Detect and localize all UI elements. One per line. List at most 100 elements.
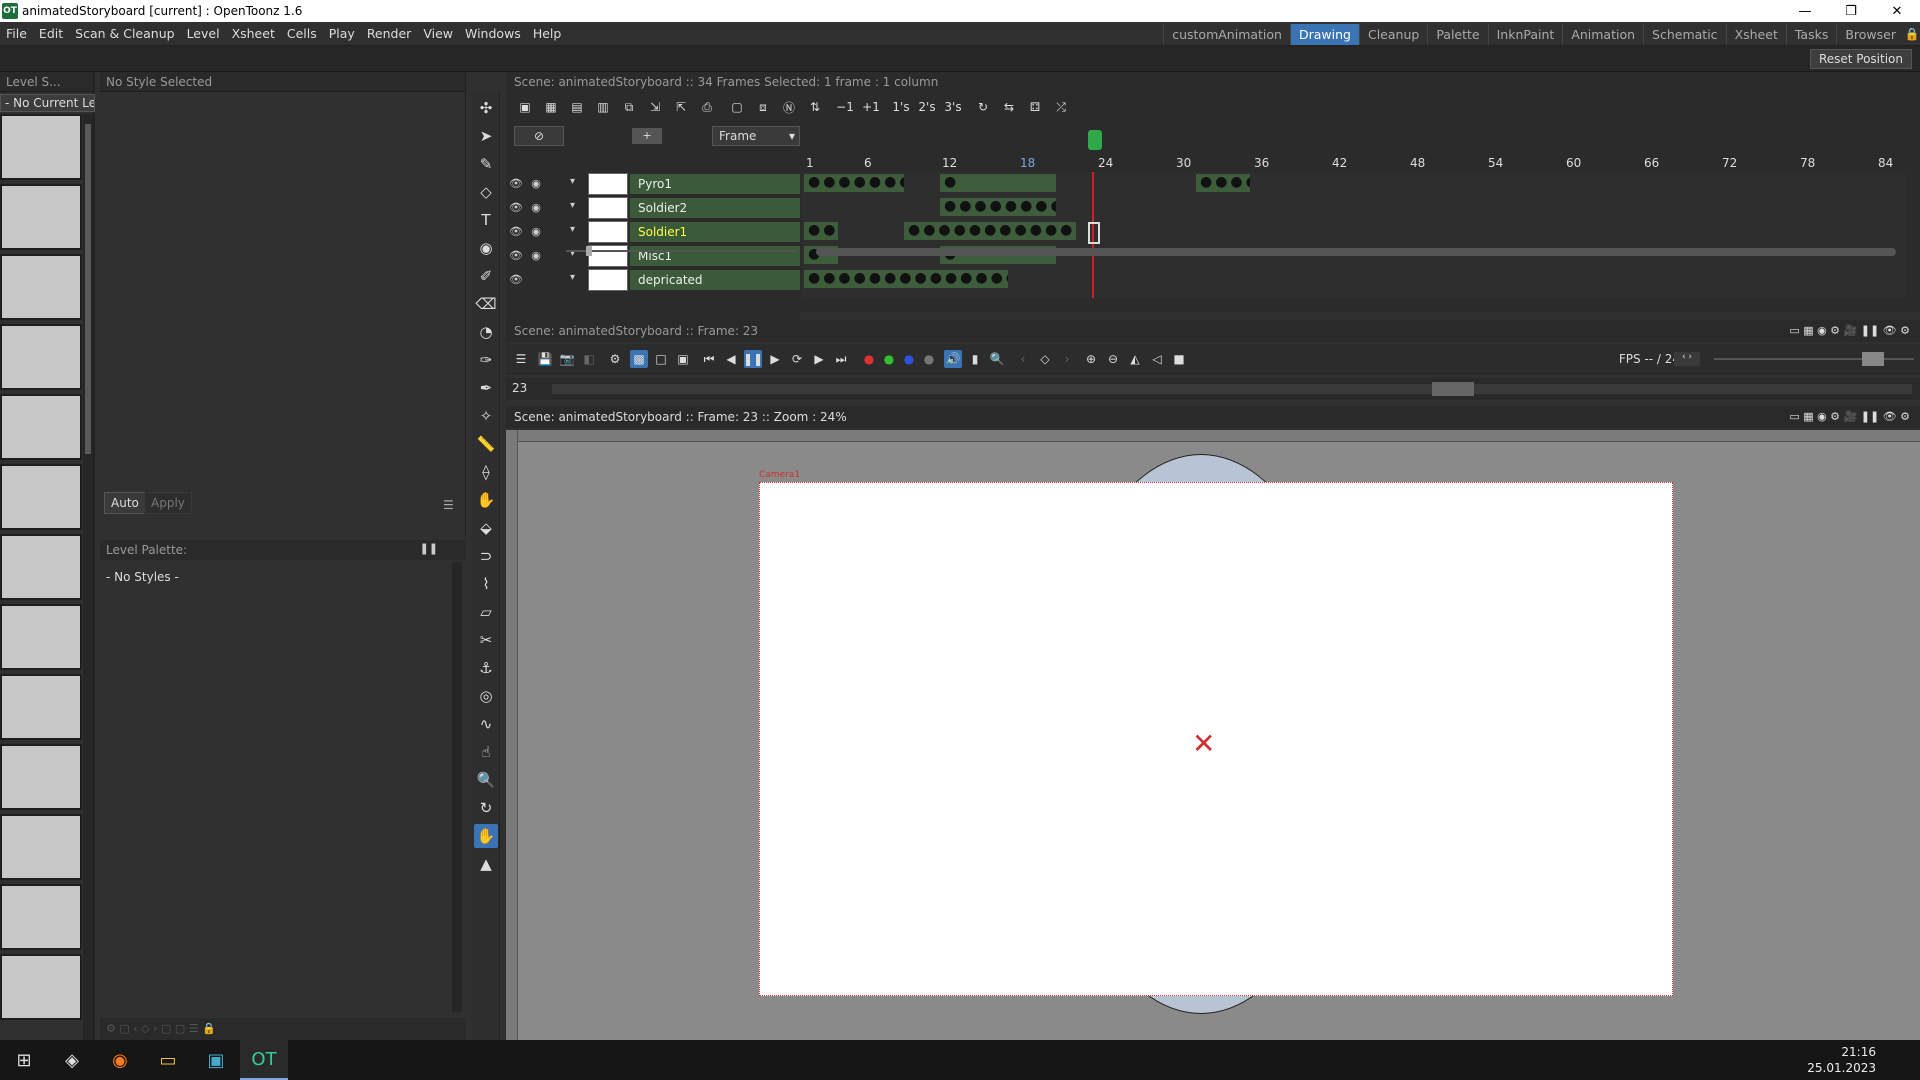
first-frame-icon[interactable]: ⏮: [700, 350, 718, 368]
layer-row[interactable]: 👁 ◉ ▾ Soldier2: [506, 196, 800, 220]
zoom-out-icon[interactable]: ⊖: [1104, 350, 1122, 368]
selection-tool-icon[interactable]: ➤: [474, 124, 498, 148]
menu-help[interactable]: Help: [527, 22, 568, 46]
minimize-icon[interactable]: —: [1782, 0, 1828, 22]
layer-row[interactable]: 👁 ▾ depricated: [506, 268, 800, 292]
vertical-ruler[interactable]: [506, 430, 518, 1040]
camera-icon[interactable]: ⎙: [696, 96, 718, 118]
rotate-tool-icon[interactable]: ↻: [474, 796, 498, 820]
menu-level[interactable]: Level: [181, 22, 226, 46]
cell-block[interactable]: ●●: [804, 222, 838, 240]
prev-key-icon[interactable]: ‹: [1014, 350, 1032, 368]
frame-ruler[interactable]: 1 6 12 18 24 30 36 42 48 54 60 66 72 78 …: [802, 154, 1906, 172]
menu-edit[interactable]: Edit: [33, 22, 69, 46]
blue-channel-icon[interactable]: ●: [900, 350, 918, 368]
hamburger-menu-icon[interactable]: ☰: [443, 498, 457, 512]
timeline-hscrollbar[interactable]: [816, 248, 1896, 256]
play-icon[interactable]: ▶: [766, 350, 784, 368]
alpha-channel-icon[interactable]: ●: [920, 350, 938, 368]
firefox-icon[interactable]: ◉: [96, 1040, 144, 1080]
menu-cells[interactable]: Cells: [281, 22, 323, 46]
subxsheet-icon[interactable]: ⧈: [752, 96, 774, 118]
strip-frame[interactable]: [0, 254, 82, 320]
menu-file[interactable]: File: [0, 22, 33, 46]
scene-viewer-canvas[interactable]: Camera1 ✕: [506, 430, 1920, 1040]
export-icon[interactable]: ⇱: [670, 96, 692, 118]
style-picker-tool-icon[interactable]: ✑: [474, 348, 498, 372]
room-custom-animation[interactable]: customAnimation: [1163, 23, 1290, 45]
reframe-3s-button[interactable]: 3's: [942, 96, 964, 118]
duplicate-icon[interactable]: ⧉: [618, 96, 640, 118]
menu-view[interactable]: View: [417, 22, 459, 46]
cell-block[interactable]: ●●●●●●●●●●●●●●: [804, 270, 1008, 288]
control-point-editor-icon[interactable]: ✧: [474, 404, 498, 428]
windows-start-icon[interactable]: ⊞: [0, 1040, 48, 1080]
strip-frame[interactable]: [0, 744, 82, 810]
skeleton-tool-icon[interactable]: ⟠: [474, 460, 498, 484]
visibility-eye-icon[interactable]: 👁: [508, 224, 524, 240]
toggle-bg-icon[interactable]: ⚙: [606, 350, 624, 368]
chevron-down-icon[interactable]: ▾: [570, 272, 575, 283]
strip-frame[interactable]: [0, 674, 82, 740]
magnet-tool-icon[interactable]: ⊃: [474, 544, 498, 568]
strip-frame[interactable]: [0, 814, 82, 880]
last-frame-icon[interactable]: ⏭: [832, 350, 850, 368]
cell-block[interactable]: ●●●●●●●●: [804, 174, 904, 192]
locator-icon[interactable]: 🔍: [988, 350, 1006, 368]
horizontal-ruler[interactable]: [506, 430, 1920, 442]
ruler-tool-icon[interactable]: 📏: [474, 432, 498, 456]
system-clock[interactable]: 21:16 25.01.2023: [1807, 1044, 1876, 1076]
close-subxsheet-icon[interactable]: Ⓝ: [778, 96, 800, 118]
hand-tool-icon[interactable]: ✋: [474, 824, 498, 848]
scroll-thumb[interactable]: [85, 124, 91, 454]
camstand-toggle-icon[interactable]: ◉: [528, 224, 544, 240]
merge-icon[interactable]: ▢: [726, 96, 748, 118]
room-palette[interactable]: Palette: [1427, 23, 1487, 45]
geometric-tool-icon[interactable]: ◇: [474, 180, 498, 204]
camstand-toggle-icon[interactable]: ◉: [528, 248, 544, 264]
menu-windows[interactable]: Windows: [459, 22, 527, 46]
plastic-tool-icon[interactable]: ∿: [474, 712, 498, 736]
chevron-down-icon[interactable]: ▾: [570, 224, 575, 235]
current-frame-marker[interactable]: [1088, 130, 1102, 150]
current-frame-field[interactable]: 23: [512, 381, 527, 395]
room-drawing[interactable]: Drawing: [1289, 23, 1359, 45]
flip-h-icon[interactable]: ◭: [1126, 350, 1144, 368]
layer-name[interactable]: Soldier1: [630, 222, 800, 242]
pump-tool-icon[interactable]: ⬙: [474, 516, 498, 540]
opentoonz-taskbar-icon[interactable]: OT: [240, 1040, 288, 1080]
menu-icon[interactable]: ☰: [512, 350, 530, 368]
visibility-eye-icon[interactable]: 👁: [508, 200, 524, 216]
cell-block[interactable]: ●●●●●●●●: [940, 198, 1056, 216]
layer-name[interactable]: Soldier2: [630, 198, 800, 218]
cutter-tool-icon[interactable]: ✂: [474, 628, 498, 652]
next-key-icon[interactable]: ›: [1058, 350, 1076, 368]
step-plus-one-button[interactable]: +1: [860, 96, 882, 118]
menu-play[interactable]: Play: [323, 22, 361, 46]
menu-scan-cleanup[interactable]: Scan & Cleanup: [69, 22, 180, 46]
level-selector-dropdown[interactable]: - No Current Le: [0, 94, 95, 112]
prev-frame-icon[interactable]: ◀: [722, 350, 740, 368]
white-bg-icon[interactable]: □: [652, 350, 670, 368]
pause-button-icon[interactable]: ❚❚: [743, 350, 763, 368]
camstand-toggle-icon[interactable]: ◉: [528, 176, 544, 192]
palette-scrollbar[interactable]: [452, 562, 462, 1012]
strip-frame[interactable]: [0, 114, 82, 180]
zoom-in-icon[interactable]: ⊕: [1082, 350, 1100, 368]
fill-tool-icon[interactable]: ◉: [474, 236, 498, 260]
chevron-down-icon[interactable]: ▾: [570, 200, 575, 211]
step-minus-one-button[interactable]: −1: [834, 96, 856, 118]
random-icon[interactable]: ⚃: [1024, 96, 1046, 118]
menu-render[interactable]: Render: [361, 22, 418, 46]
animate-tool-icon[interactable]: ✣: [474, 96, 498, 120]
import-icon[interactable]: ⇲: [644, 96, 666, 118]
frame-slider-track[interactable]: [552, 384, 1912, 394]
lock-rooms-icon[interactable]: 🔒: [1904, 27, 1920, 41]
eraser-tool-icon[interactable]: ⌫: [474, 292, 498, 316]
flip-v-icon[interactable]: ◁: [1148, 350, 1166, 368]
reset-view-icon[interactable]: ■: [1170, 350, 1188, 368]
camstand-toggle-icon[interactable]: ◉: [528, 200, 544, 216]
swing-icon[interactable]: ⇆: [998, 96, 1020, 118]
reframe-icon[interactable]: ⇅: [804, 96, 826, 118]
strip-frame[interactable]: [0, 394, 82, 460]
